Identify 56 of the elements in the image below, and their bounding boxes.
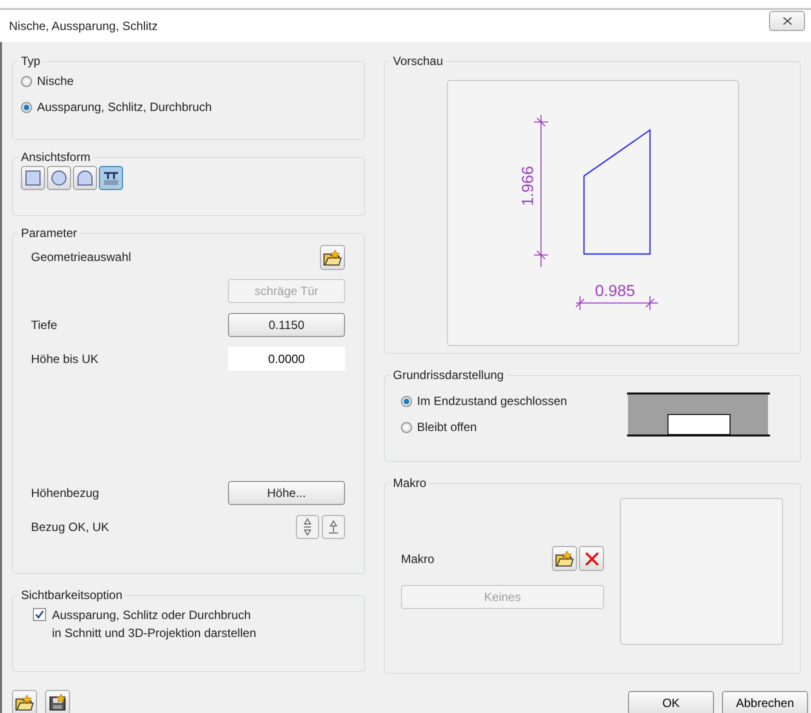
checkmark-icon xyxy=(35,610,44,619)
parameter-label: Tiefe xyxy=(31,318,58,332)
parameter-label: Bezug OK, UK xyxy=(31,520,110,534)
radio-label: Im Endzustand geschlossen xyxy=(417,394,568,408)
up-arrow-icon xyxy=(328,520,339,534)
folder-icon xyxy=(555,550,574,567)
shape-button[interactable] xyxy=(47,166,71,190)
group-title: Typ xyxy=(20,54,42,68)
checkbox[interactable] xyxy=(33,608,46,621)
group-title: Ansichtsform xyxy=(20,150,92,164)
radio-button[interactable] xyxy=(401,396,412,406)
arch-shape-icon xyxy=(77,170,93,186)
group-title: Parameter xyxy=(20,226,78,240)
rectangle-shape-icon xyxy=(25,170,41,186)
radio-label: Nische xyxy=(37,74,74,88)
checkbox-label: Aussparung, Schlitz oder Durchbruch in Schnitt und 3D-Projektion darstellen xyxy=(52,607,256,642)
reference-toggle-button[interactable] xyxy=(322,515,345,539)
close-button[interactable] xyxy=(769,11,805,31)
save-button[interactable] xyxy=(45,690,70,713)
radio-button[interactable] xyxy=(21,76,32,86)
shape-button[interactable] xyxy=(99,166,123,190)
parameter-label: Geometrieauswahl xyxy=(31,250,132,264)
up-down-arrow-icon xyxy=(303,518,312,536)
circle-shape-icon xyxy=(51,170,67,186)
dialog-button[interactable]: OK xyxy=(628,690,714,713)
dimension-label: 0.985 xyxy=(594,283,636,300)
input-field[interactable]: 0.0000 xyxy=(228,347,345,371)
value-button[interactable]: 0.1150 xyxy=(228,313,345,337)
radio-label: Bleibt offen xyxy=(417,420,477,434)
group-title: Vorschau xyxy=(392,54,444,68)
shape-button[interactable] xyxy=(21,166,45,190)
group-title: Sichtbarkeitsoption xyxy=(20,588,124,602)
folder-icon xyxy=(15,694,34,711)
parameter-label: Höhenbezug xyxy=(31,486,100,500)
dimension-label: 1.966 xyxy=(520,166,537,206)
geometry-select-button[interactable] xyxy=(320,244,345,270)
delete-macro-button[interactable] xyxy=(579,546,604,571)
folder-icon xyxy=(323,248,342,266)
radio-button[interactable] xyxy=(21,102,32,112)
window-title: Nische, Aussparung, Schlitz xyxy=(9,19,158,33)
close-icon xyxy=(584,552,598,566)
close-icon xyxy=(782,17,792,25)
group-title: Makro xyxy=(392,476,428,490)
parameter-label: Höhe bis UK xyxy=(31,352,98,366)
reference-toggle-button[interactable] xyxy=(296,515,319,539)
value-button[interactable]: Höhe... xyxy=(228,481,345,505)
dialog-button[interactable]: Abbrechen xyxy=(722,690,808,713)
shape-button[interactable] xyxy=(73,166,97,190)
open-macro-button[interactable] xyxy=(552,546,577,571)
radio-label: Aussparung, Schlitz, Durchbruch xyxy=(37,100,212,114)
save-icon xyxy=(48,694,66,711)
radio-button[interactable] xyxy=(401,422,412,432)
load-button[interactable] xyxy=(12,690,37,713)
group-title: Grundrissdarstellung xyxy=(392,368,505,382)
profile-shape-icon xyxy=(103,170,119,186)
macro-label: Makro xyxy=(401,552,434,566)
